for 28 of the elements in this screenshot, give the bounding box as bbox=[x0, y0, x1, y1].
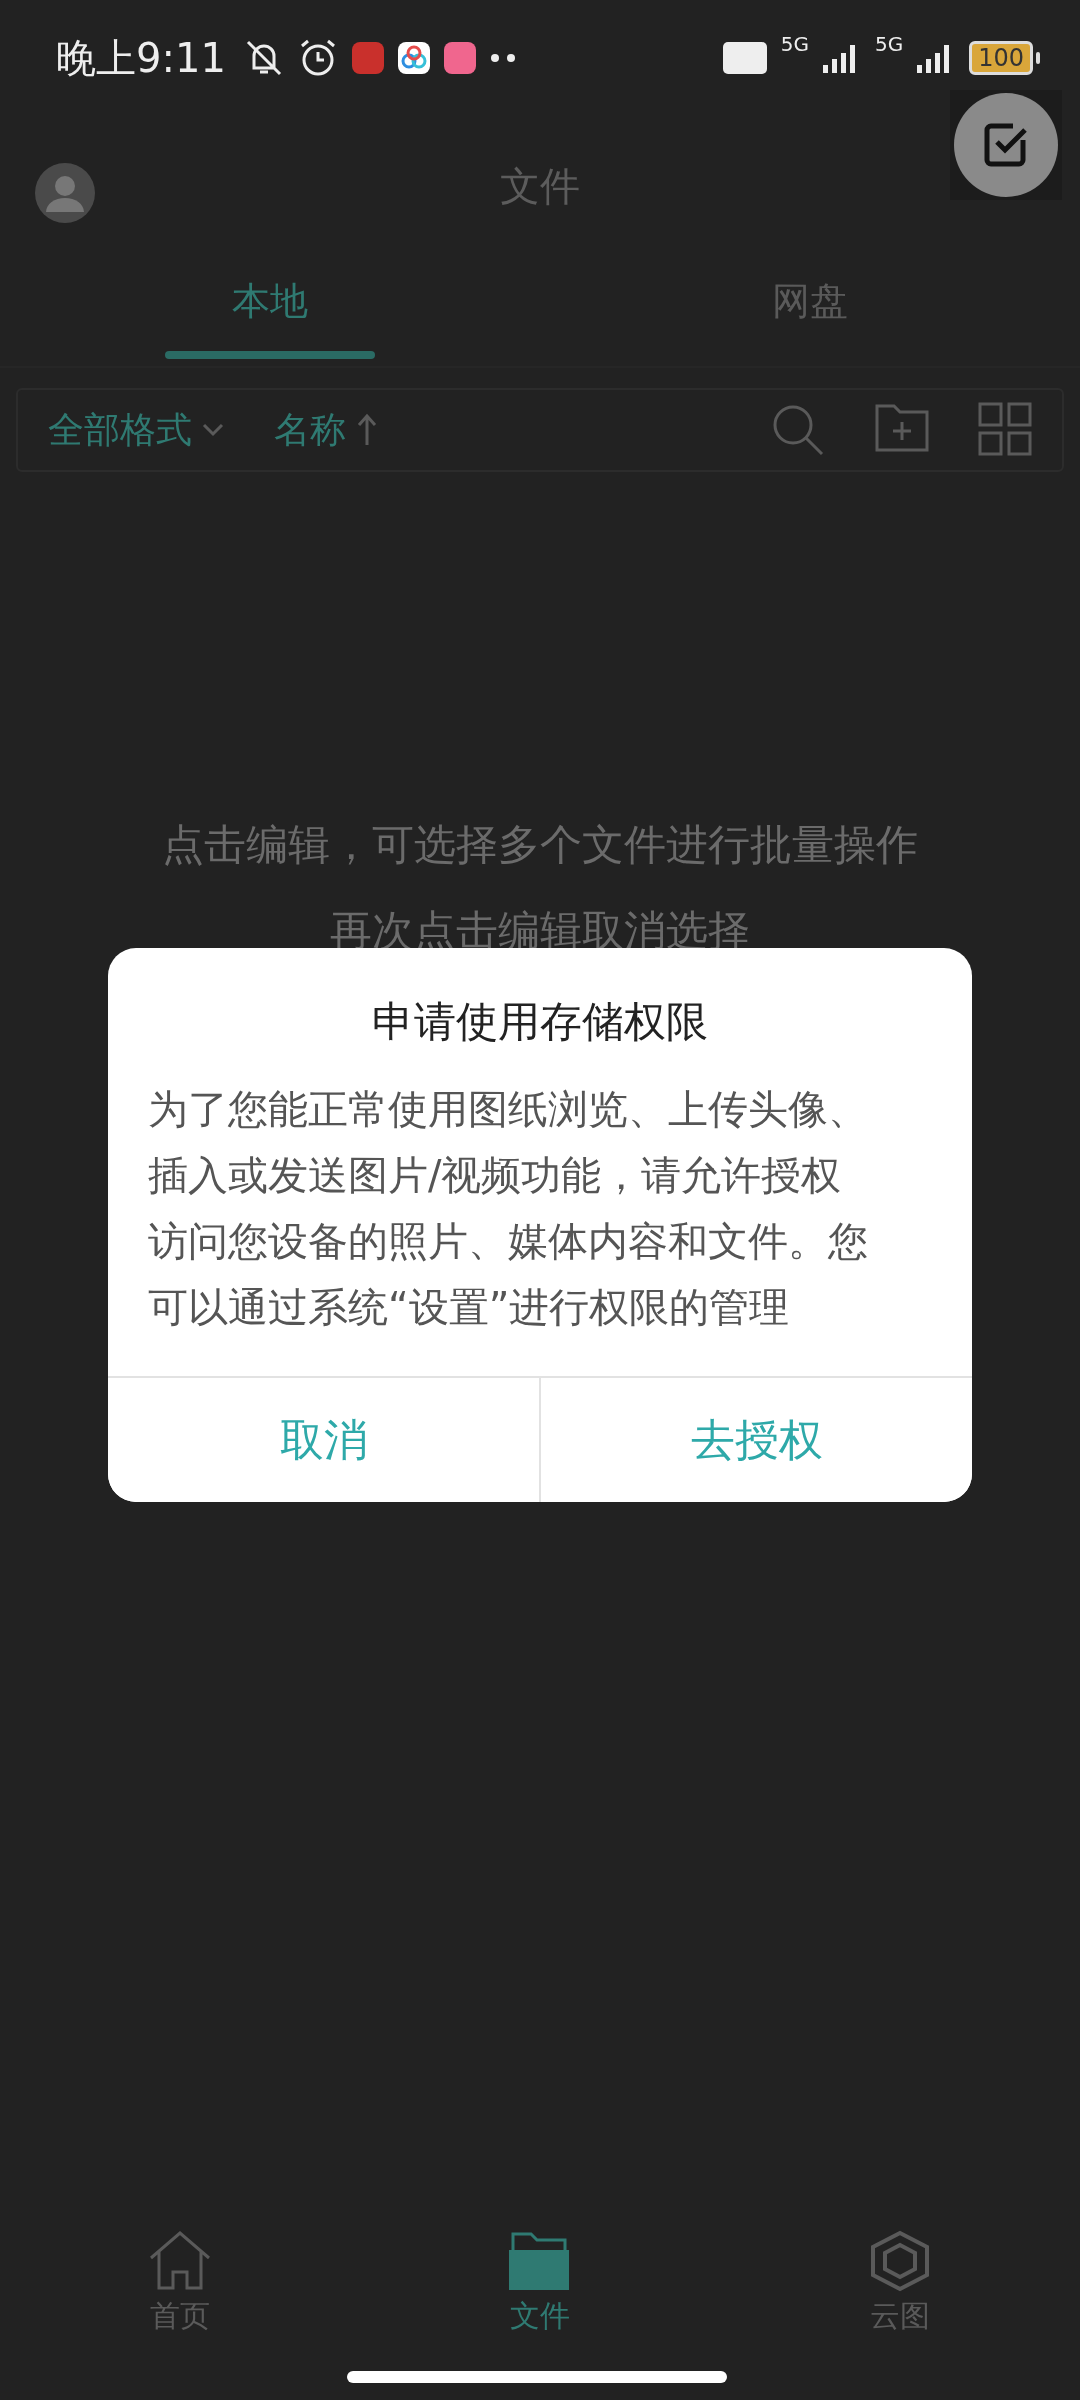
checkbox-icon bbox=[983, 122, 1029, 168]
page-title: 文件 bbox=[500, 161, 580, 211]
app-notification-icon bbox=[351, 42, 384, 74]
edit-select-button[interactable] bbox=[950, 90, 1062, 200]
nav-tab[interactable]: 云图 bbox=[720, 2230, 1080, 2337]
sort-button[interactable]: 名称 bbox=[274, 405, 378, 455]
caret-icon bbox=[202, 423, 224, 437]
home-icon bbox=[147, 2230, 213, 2292]
app-notification-icon bbox=[443, 42, 476, 74]
network-type: 5G bbox=[874, 32, 904, 56]
nav-tab[interactable]: 文件 bbox=[360, 2230, 720, 2337]
dialog-message: 为了您能正常使用图纸浏览、上传头像、插入或发送图片/视频功能，请允许授权访问您设备的照片、媒体内容和文件。您可以通过系统“设置”进行权限的管理 bbox=[147, 1085, 869, 1332]
up-arrow-icon bbox=[356, 413, 378, 447]
grid-view-icon[interactable] bbox=[978, 402, 1032, 456]
more-dots-icon bbox=[489, 53, 516, 63]
dialog-title: 申请使用存储权限 bbox=[371, 996, 709, 1048]
tab[interactable]: 本地 bbox=[0, 256, 540, 366]
app-notification-icon bbox=[397, 42, 430, 74]
tab[interactable]: 网盘 bbox=[540, 256, 1080, 366]
dialog-button[interactable]: 去授权 bbox=[539, 1378, 972, 1502]
nav-tab[interactable]: 首页 bbox=[0, 2230, 360, 2337]
format-filter-dropdown[interactable]: 全部格式 bbox=[48, 405, 224, 455]
hint-text: 点击编辑，可选择多个文件进行批量操作 bbox=[162, 819, 918, 871]
network-type: 5G bbox=[780, 32, 809, 56]
battery-level: 100 bbox=[969, 41, 1033, 75]
new-folder-icon[interactable] bbox=[874, 402, 930, 454]
status-time: 晚上9:11 bbox=[56, 33, 226, 83]
avatar-icon[interactable] bbox=[34, 162, 96, 224]
